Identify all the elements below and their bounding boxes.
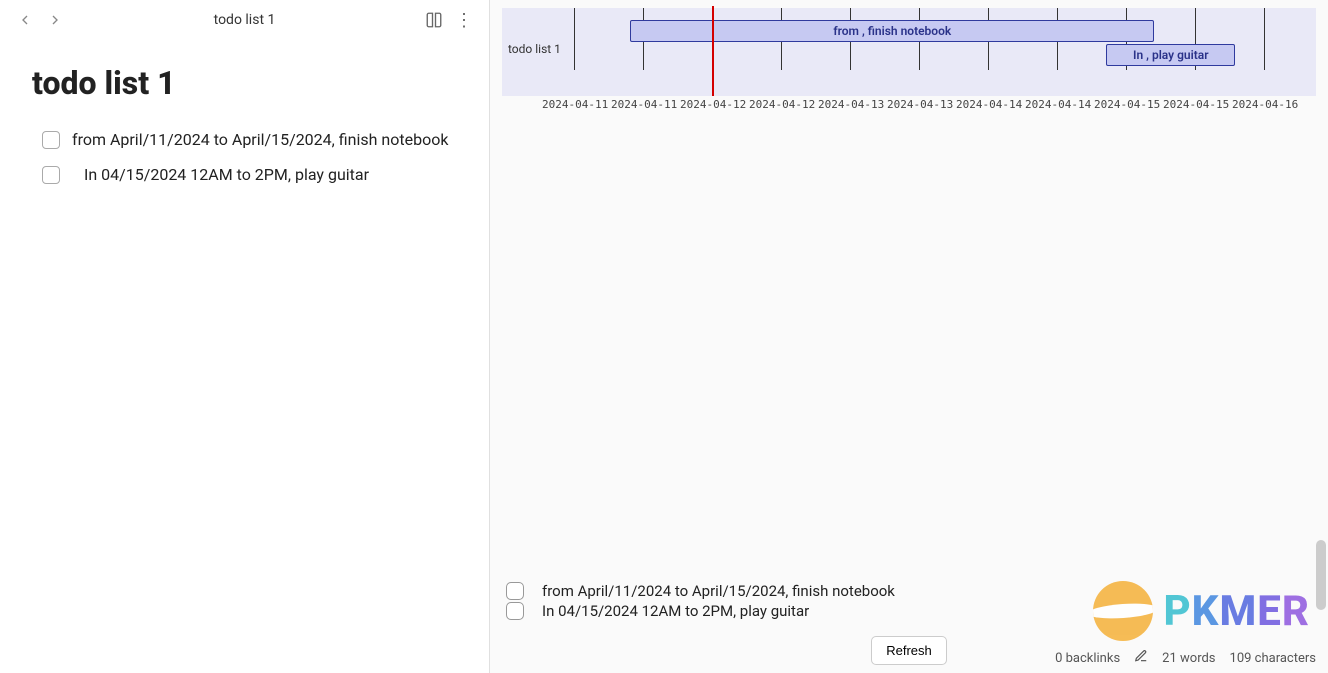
gantt-date-axis: 2024-04-112024-04-112024-04-122024-04-12…	[542, 98, 1316, 116]
task-text[interactable]: from April/11/2024 to April/15/2024, fin…	[72, 128, 448, 153]
gantt-date-label: 2024-04-13	[887, 98, 953, 111]
backlinks-count[interactable]: 0 backlinks	[1055, 651, 1120, 666]
edit-icon[interactable]	[1134, 649, 1148, 667]
gantt-date-label: 2024-04-11	[542, 98, 608, 111]
forward-button[interactable]	[46, 11, 64, 29]
top-nav: todo list 1 ⋮	[0, 0, 489, 40]
reading-mode-icon[interactable]	[425, 11, 443, 29]
task-checkbox[interactable]	[42, 166, 60, 184]
gantt-date-label: 2024-04-14	[956, 98, 1022, 111]
watermark-text: PKMER	[1163, 587, 1310, 636]
gantt-date-label: 2024-04-12	[680, 98, 746, 111]
gantt-row-label: todo list 1	[508, 42, 561, 56]
task-checkbox[interactable]	[506, 582, 524, 600]
back-button[interactable]	[16, 11, 34, 29]
status-bar: 0 backlinks 21 words 109 characters	[1055, 649, 1316, 667]
char-count: 109 characters	[1230, 651, 1316, 666]
task-text[interactable]: In 04/15/2024 12AM to 2PM, play guitar	[72, 163, 369, 188]
gantt-bar[interactable]: from , finish notebook	[630, 20, 1154, 42]
gantt-date-label: 2024-04-14	[1025, 98, 1091, 111]
task-checkbox[interactable]	[506, 602, 524, 620]
watermark: PKMER	[1093, 581, 1310, 641]
gantt-chart[interactable]: todo list 1 from , finish notebookIn , p…	[490, 0, 1328, 126]
gantt-date-label: 2024-04-15	[1094, 98, 1160, 111]
gantt-playhead	[712, 6, 714, 96]
more-menu-icon[interactable]: ⋮	[455, 11, 473, 29]
scrollbar-thumb[interactable]	[1316, 540, 1326, 610]
gantt-date-label: 2024-04-11	[611, 98, 677, 111]
editor-pane: todo list 1 ⋮ todo list 1 from April/11/…	[0, 0, 490, 673]
gantt-date-label: 2024-04-13	[818, 98, 884, 111]
word-count: 21 words	[1162, 651, 1215, 666]
pkmer-logo-icon	[1093, 581, 1153, 641]
task-text: In 04/15/2024 12AM to 2PM, play guitar	[542, 602, 809, 620]
gantt-date-label: 2024-04-12	[749, 98, 815, 111]
gantt-date-label: 2024-04-15	[1163, 98, 1229, 111]
tab-title: todo list 1	[76, 12, 413, 28]
task-row: from April/11/2024 to April/15/2024, fin…	[32, 124, 457, 159]
task-text: from April/11/2024 to April/15/2024, fin…	[542, 582, 895, 600]
gantt-bar[interactable]: In , play guitar	[1106, 44, 1235, 66]
task-row: In 04/15/2024 12AM to 2PM, play guitar	[32, 159, 457, 194]
task-checkbox[interactable]	[42, 131, 60, 149]
page-title: todo list 1	[32, 64, 457, 102]
document-body[interactable]: todo list 1 from April/11/2024 to April/…	[0, 40, 489, 218]
gantt-date-label: 2024-04-16	[1232, 98, 1298, 111]
refresh-button[interactable]: Refresh	[871, 636, 947, 665]
timeline-pane: todo list 1 from , finish notebookIn , p…	[490, 0, 1328, 673]
gantt-wrap: todo list 1 from , finish notebookIn , p…	[502, 8, 1316, 96]
